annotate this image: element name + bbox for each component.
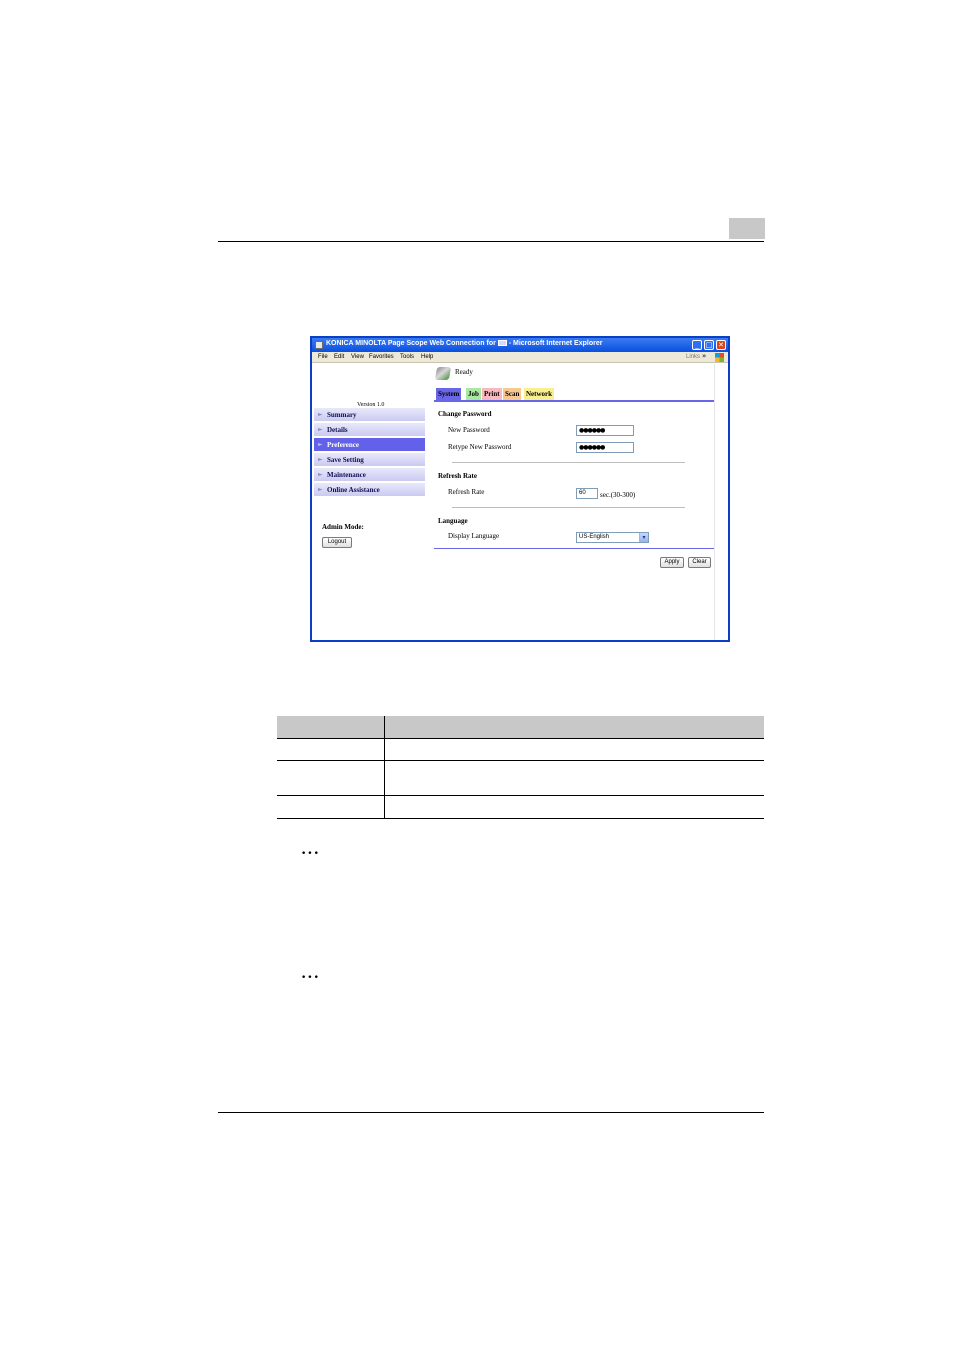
scrollbar[interactable]: [714, 364, 728, 640]
tab-system[interactable]: System: [436, 388, 462, 400]
apply-button[interactable]: Apply: [660, 557, 684, 568]
table-row-line: [277, 760, 764, 761]
tab-scan[interactable]: Scan: [503, 388, 522, 400]
table-column-divider: [384, 716, 385, 819]
sidebar-item-label: Maintenance: [327, 471, 366, 479]
menu-bar: File Edit View Favorites Tools Help Link…: [312, 352, 728, 363]
sidebar-item-label: Online Assistance: [327, 486, 380, 494]
menu-help[interactable]: Help: [421, 354, 433, 360]
display-language-select[interactable]: US-English ▾: [576, 532, 649, 543]
chapter-tab: [729, 218, 765, 239]
tab-network[interactable]: Network: [524, 388, 555, 400]
admin-mode-label: Admin Mode:: [322, 523, 364, 531]
note-dots-icon: •••: [301, 849, 320, 859]
arrow-right-icon: ►: [318, 441, 323, 448]
menu-tools[interactable]: Tools: [400, 354, 414, 360]
menu-view[interactable]: View: [351, 354, 364, 360]
sidebar-item-online-assistance[interactable]: ► Online Assistance: [314, 483, 425, 497]
page-content: Ready Version 1.0 System Job Print Scan …: [312, 364, 728, 640]
section-divider: [452, 462, 685, 463]
windows-logo-icon: [715, 353, 724, 362]
footer-rule: [218, 1112, 764, 1113]
selected-language: US-English: [579, 534, 610, 540]
display-language-label: Display Language: [448, 532, 500, 540]
sidebar-item-maintenance[interactable]: ► Maintenance: [314, 468, 425, 482]
close-button[interactable]: ✕: [716, 340, 726, 350]
arrow-right-icon: ►: [318, 471, 323, 478]
table-row-line: [277, 818, 764, 819]
refresh-rate-input[interactable]: 60: [576, 488, 598, 499]
sidebar-item-details[interactable]: ► Details: [314, 423, 425, 437]
arrow-right-icon: ►: [318, 411, 323, 418]
arrow-right-icon: ►: [318, 426, 323, 433]
tab-underline: [434, 400, 714, 402]
minimize-button[interactable]: _: [692, 340, 702, 350]
refresh-rate-title: Refresh Rate: [438, 472, 477, 480]
menu-edit[interactable]: Edit: [334, 354, 344, 360]
table-header: [277, 716, 764, 738]
title-bar: KONICA MINOLTA Page Scope Web Connection…: [312, 338, 728, 352]
window-title: KONICA MINOLTA Page Scope Web Connection…: [326, 340, 603, 347]
sidebar-item-save-setting[interactable]: ► Save Setting: [314, 453, 425, 467]
chevron-right-icon[interactable]: »: [702, 352, 706, 360]
refresh-rate-label: Refresh Rate: [448, 488, 485, 496]
sidebar-item-label: Details: [327, 426, 348, 434]
new-password-label: New Password: [448, 426, 490, 434]
browser-icon: [315, 341, 323, 349]
change-password-title: Change Password: [438, 410, 492, 418]
settings-table: [277, 716, 764, 819]
table-row-line: [277, 738, 764, 739]
tab-job[interactable]: Job: [466, 388, 481, 400]
status-text: Ready: [455, 368, 473, 376]
arrow-right-icon: ►: [318, 456, 323, 463]
note-dots-icon: •••: [301, 973, 320, 983]
menu-favorites[interactable]: Favorites: [369, 354, 394, 360]
sidebar-item-label: Preference: [327, 441, 359, 449]
logout-button[interactable]: Logout: [322, 537, 352, 548]
sidebar-item-label: Summary: [327, 411, 357, 419]
form-bottom-rule: [434, 548, 714, 549]
browser-window: KONICA MINOLTA Page Scope Web Connection…: [310, 336, 730, 642]
sidebar-item-preference[interactable]: ► Preference: [314, 438, 425, 452]
sidebar-item-summary[interactable]: ► Summary: [314, 408, 425, 422]
refresh-rate-unit: sec.(30-300): [600, 491, 636, 499]
section-divider: [452, 507, 685, 508]
printer-icon: [434, 367, 452, 380]
chevron-down-icon[interactable]: ▾: [639, 533, 648, 542]
arrow-right-icon: ►: [318, 486, 323, 493]
language-title: Language: [438, 517, 468, 525]
retype-password-input[interactable]: ●●●●●●: [576, 442, 634, 453]
menu-file[interactable]: File: [318, 354, 328, 360]
links-label[interactable]: Links: [686, 354, 700, 360]
clear-button[interactable]: Clear: [688, 557, 711, 568]
new-password-input[interactable]: ●●●●●●: [576, 425, 634, 436]
tab-print[interactable]: Print: [482, 388, 502, 400]
retype-password-label: Retype New Password: [448, 443, 512, 451]
maximize-button[interactable]: □: [704, 340, 714, 350]
header-rule: [218, 241, 764, 242]
table-row-line: [277, 795, 764, 796]
sidebar-item-label: Save Setting: [327, 456, 364, 464]
